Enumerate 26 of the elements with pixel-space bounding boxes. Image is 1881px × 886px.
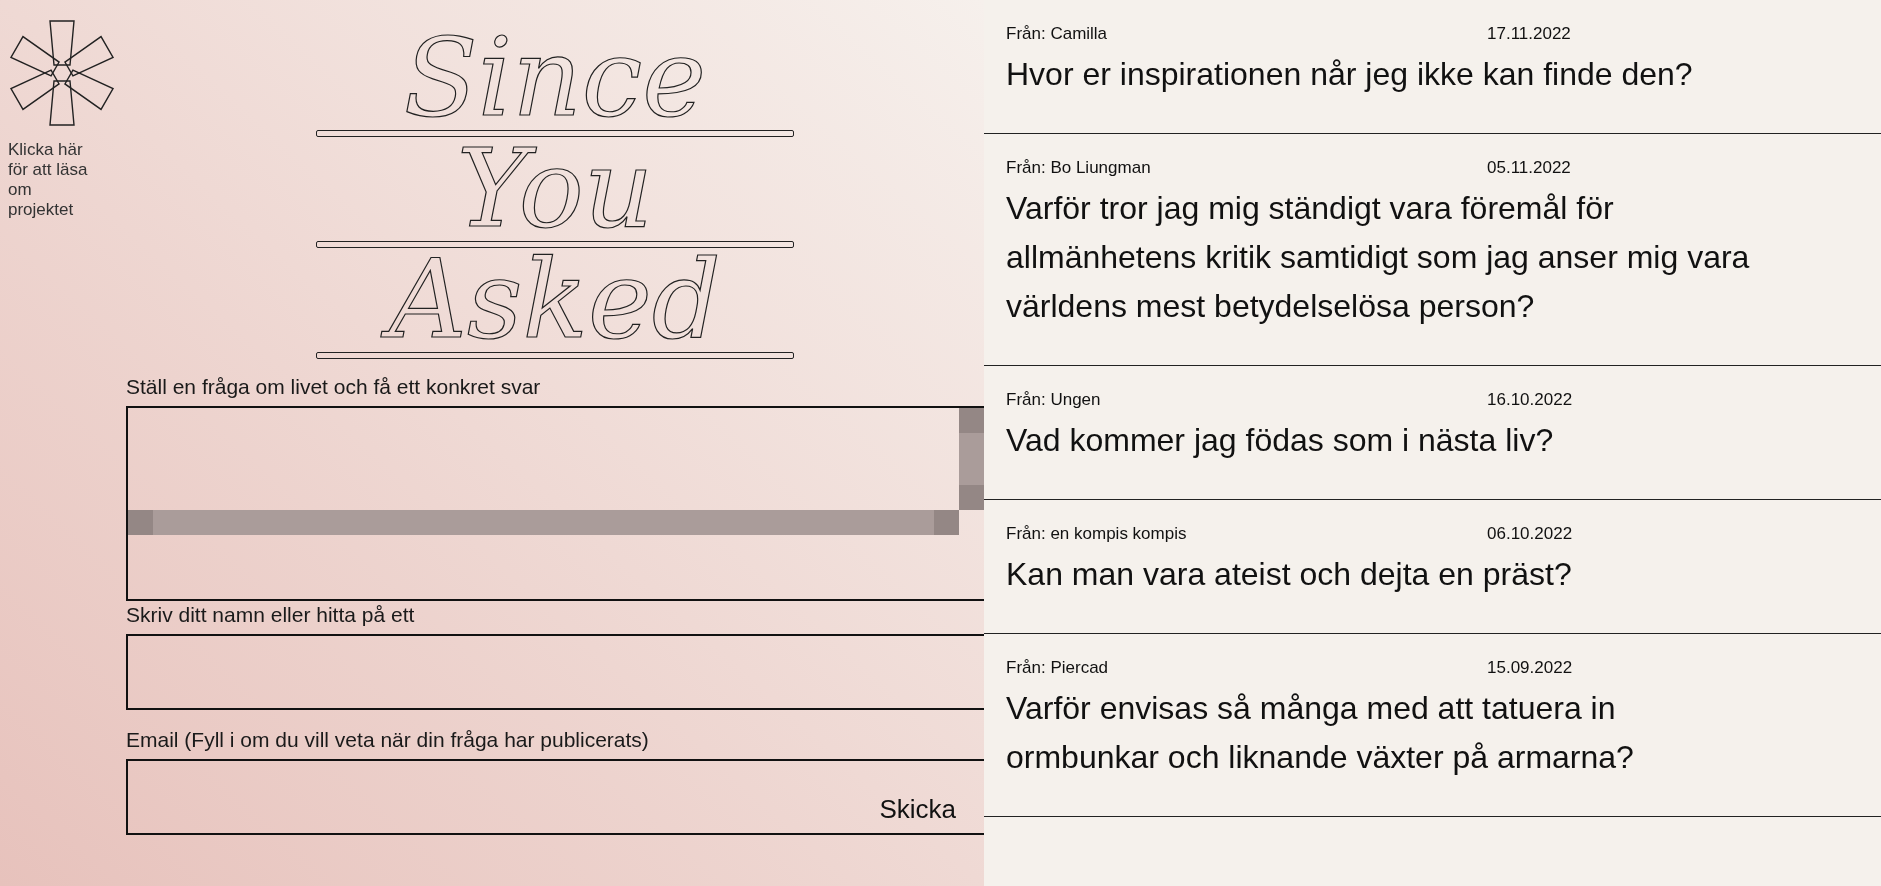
sender-name: Från: Bo Liungman — [1006, 158, 1152, 178]
field-label: Skriv ditt namn eller hitta på ett — [126, 602, 416, 628]
about-link[interactable]: Klicka här för att läsa om projektet — [6, 140, 101, 220]
scrollbar[interactable] — [128, 510, 959, 535]
question-date: 17.11.2022 — [1487, 24, 1571, 44]
submit-button[interactable]: Skicka — [879, 793, 956, 825]
sender-name: Från: en kompis kompis — [1006, 524, 1188, 544]
sender-name: Från: Piercad — [1006, 658, 1110, 678]
question-title[interactable]: Hvor er inspirationen når jeg ikke kan finde den? — [1006, 50, 1766, 99]
question-textarea[interactable] — [126, 406, 986, 601]
field-label: Email (Fyll i om du vill veta när din fråga har publicerats) — [126, 727, 650, 753]
sender-name: Från: Camilla — [1006, 24, 1109, 44]
question-title[interactable]: Varför tror jag mig ständigt vara föremål för allmänhetens kritik samtidigt som jag anser mig vara världens mest betydelselösa person? — [1006, 184, 1766, 331]
question-date: 16.10.2022 — [1487, 390, 1573, 410]
input-field[interactable] — [126, 759, 986, 835]
question-title[interactable]: Vad kommer jag födas som i nästa liv? — [1006, 416, 1766, 465]
question-date: 15.09.2022 — [1487, 658, 1573, 678]
question-title[interactable]: Kan man vara ateist och dejta en präst? — [1006, 550, 1766, 599]
sender-name: Från: Ungen — [1006, 390, 1102, 410]
field-label: Ställ en fråga om livet och få ett konkret svar — [126, 374, 542, 400]
question-title[interactable]: Varför envisas så många med att tatuera in ormbunkar och liknande växter på armarna? — [1006, 684, 1766, 782]
question-date: 05.11.2022 — [1487, 158, 1571, 178]
question-date: 06.10.2022 — [1487, 524, 1573, 544]
logo: Since You Asked — [316, 26, 794, 359]
input-field[interactable] — [126, 634, 986, 710]
scrollbar[interactable] — [959, 408, 984, 510]
